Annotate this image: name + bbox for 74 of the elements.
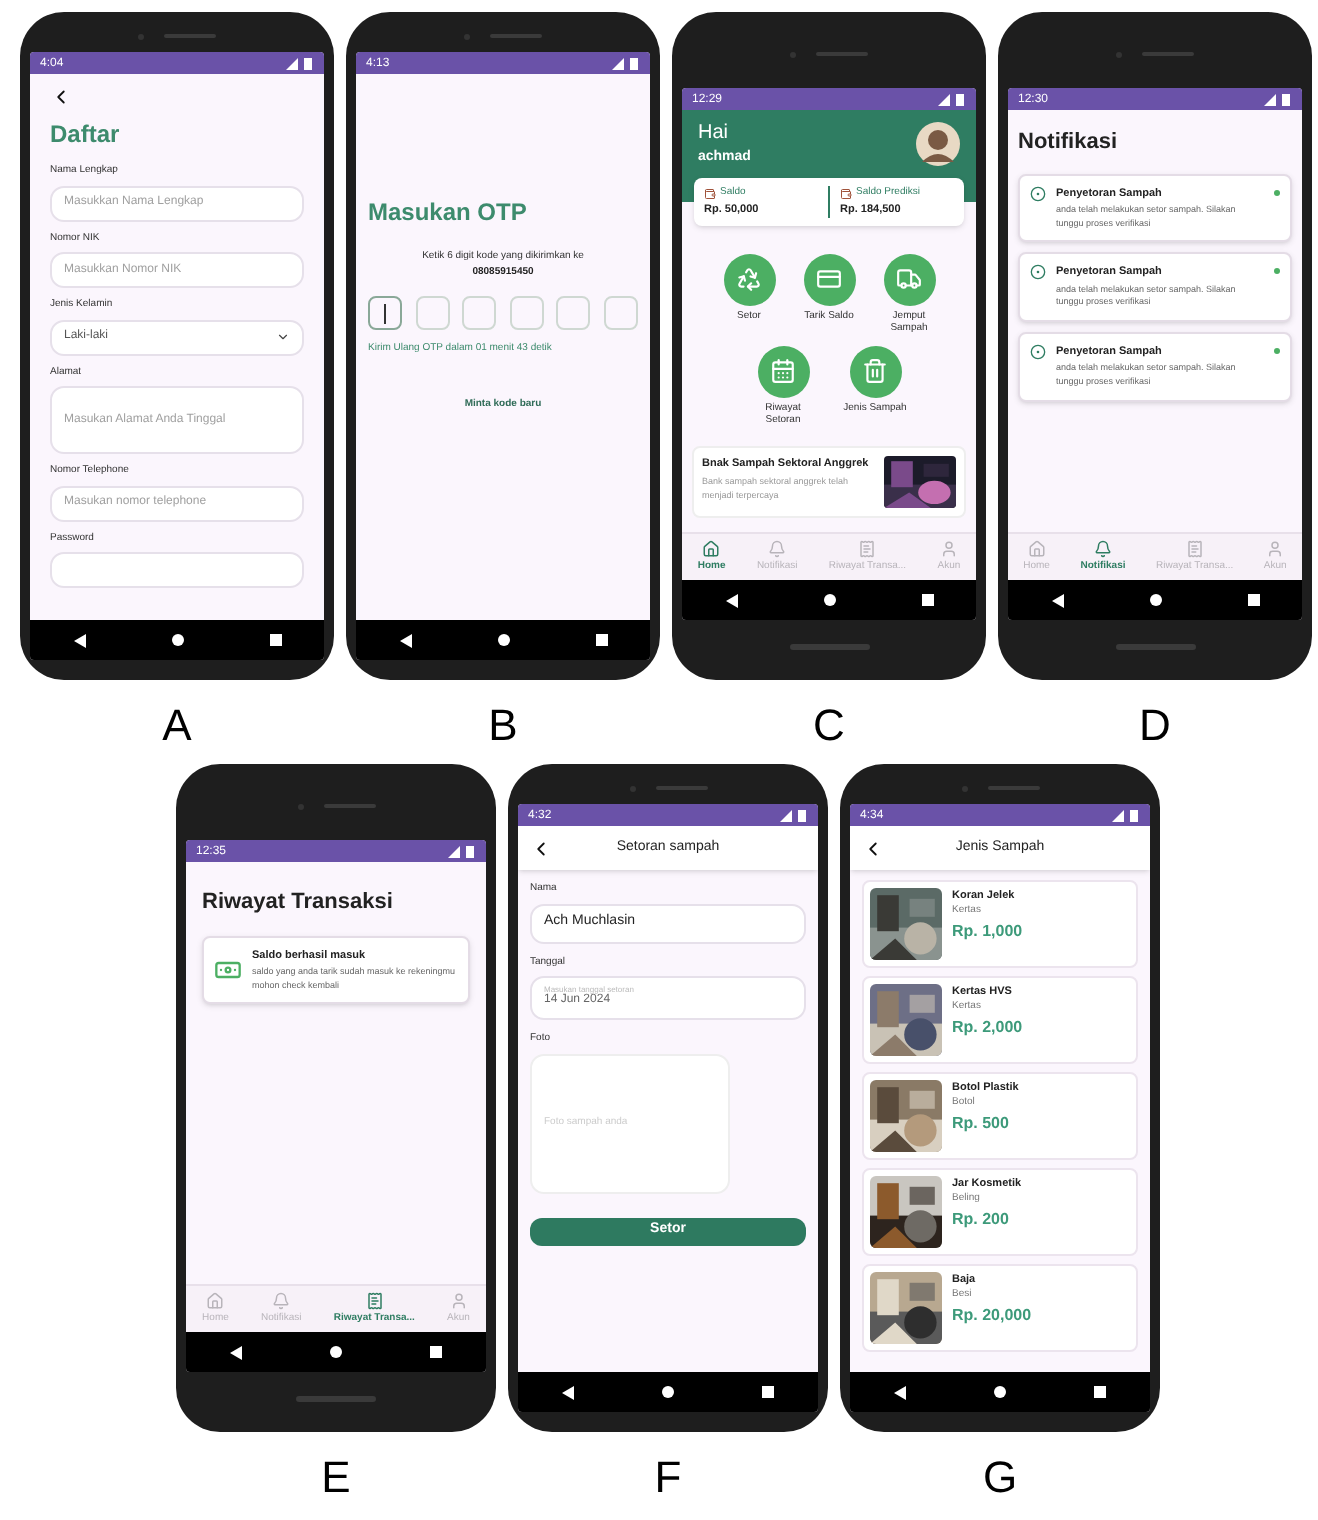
panel-letter: F xyxy=(654,1456,682,1506)
panel-letter: G xyxy=(982,1456,1018,1506)
back-icon[interactable] xyxy=(399,633,411,647)
otp-digit-field[interactable] xyxy=(603,296,638,330)
home-icon[interactable] xyxy=(994,1386,1006,1398)
screen-title: Riwayat Transaksi xyxy=(202,888,395,918)
bell-icon xyxy=(1093,539,1112,558)
avatar-icon xyxy=(916,122,960,166)
recents-icon[interactable] xyxy=(1247,594,1259,606)
waste-price: Rp. 2,000 xyxy=(952,1015,1023,1040)
signal-icon xyxy=(286,57,314,69)
home-icon[interactable] xyxy=(171,634,183,646)
back-icon[interactable] xyxy=(1051,593,1063,607)
user-icon xyxy=(1266,539,1285,558)
signal-icon xyxy=(780,809,808,821)
bell-icon xyxy=(272,1291,291,1310)
otp-digit-field[interactable] xyxy=(462,296,497,330)
signal-icon xyxy=(938,93,966,105)
home-icon[interactable] xyxy=(662,1386,674,1398)
input-field[interactable] xyxy=(50,552,304,588)
signal-icon xyxy=(612,57,640,69)
panel-letter: D xyxy=(1139,704,1171,754)
bell-icon xyxy=(768,539,787,558)
recents-icon[interactable] xyxy=(921,594,933,606)
back-icon[interactable] xyxy=(73,633,85,647)
screen-title: Notifikasi xyxy=(1018,128,1120,158)
home-icon[interactable] xyxy=(330,1346,342,1358)
otp-digit-field[interactable] xyxy=(556,296,591,330)
notification-icon xyxy=(1030,344,1046,360)
back-icon[interactable] xyxy=(725,593,737,607)
text-cursor xyxy=(384,303,386,323)
waste-price: Rp. 500 xyxy=(952,1111,1011,1136)
screen-title: Masukan OTP xyxy=(368,196,529,230)
panel-letter: A xyxy=(162,704,192,754)
waste-price: Rp. 1,000 xyxy=(952,919,1023,944)
otp-digit-field[interactable] xyxy=(368,296,402,330)
panel-letter: C xyxy=(813,704,845,754)
home-icon xyxy=(702,539,721,558)
receipt-icon xyxy=(858,539,877,558)
recents-icon[interactable] xyxy=(269,634,281,646)
calendar-icon xyxy=(770,358,796,385)
recycle-icon xyxy=(736,266,762,293)
wallet-icon xyxy=(704,187,716,200)
panel-letter: B xyxy=(488,704,518,754)
waste-price: Rp. 200 xyxy=(952,1207,1011,1232)
home-icon xyxy=(206,1291,225,1310)
recents-icon[interactable] xyxy=(595,634,607,646)
receipt-icon xyxy=(365,1291,384,1310)
back-icon[interactable] xyxy=(230,1345,242,1359)
signal-icon xyxy=(1112,809,1140,821)
receipt-icon xyxy=(1185,539,1204,558)
greeting: Hai xyxy=(698,122,731,147)
back-icon[interactable] xyxy=(562,1385,574,1399)
signal-icon xyxy=(1264,93,1292,105)
notification-icon xyxy=(1030,264,1046,281)
otp-digit-field[interactable] xyxy=(415,296,450,330)
wallet-icon xyxy=(840,187,852,200)
home-icon[interactable] xyxy=(1149,594,1161,606)
home-icon[interactable] xyxy=(823,594,835,606)
user-icon xyxy=(449,1291,468,1310)
card-icon xyxy=(816,266,842,293)
panel-letter: E xyxy=(321,1456,351,1506)
screen-title: Daftar xyxy=(50,118,122,152)
home-icon[interactable] xyxy=(497,634,509,646)
notification-icon xyxy=(1030,185,1046,201)
truck-icon xyxy=(896,266,922,293)
trash-icon xyxy=(862,358,888,385)
otp-digit-field[interactable] xyxy=(509,296,544,330)
home-icon xyxy=(1027,539,1046,558)
caret-icon xyxy=(276,330,290,344)
user-icon xyxy=(939,539,958,558)
signal-icon xyxy=(448,845,476,857)
back-icon[interactable] xyxy=(894,1385,906,1399)
waste-price: Rp. 20,000 xyxy=(952,1303,1032,1328)
